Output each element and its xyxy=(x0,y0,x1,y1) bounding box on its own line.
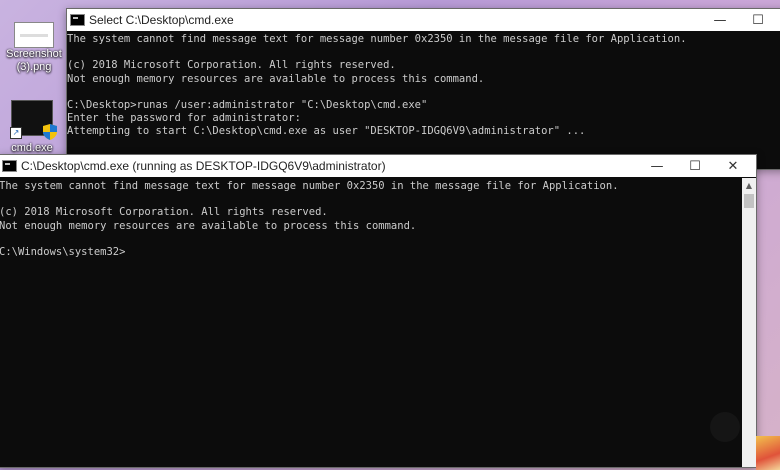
shortcut-arrow-icon: ↗ xyxy=(10,127,22,139)
desktop-icon-screenshot[interactable]: Screenshot (3).png xyxy=(2,20,66,74)
scroll-up-icon[interactable]: ▲ xyxy=(742,178,756,192)
console-line: The system cannot find message text for … xyxy=(67,33,687,45)
vertical-scrollbar[interactable]: ▲ xyxy=(742,178,756,467)
cmd-window-elevated[interactable]: C:\Desktop\cmd.exe (running as DESKTOP-I… xyxy=(0,154,757,468)
console-line: Not enough memory resources are availabl… xyxy=(67,72,485,85)
console-line: Enter the password for administrator: xyxy=(67,112,301,125)
minimize-button[interactable]: — xyxy=(701,9,739,31)
cmd-window-icon xyxy=(2,160,17,172)
minimize-button[interactable]: — xyxy=(638,155,676,177)
console-line: ​ xyxy=(0,233,742,246)
console-line: C:\Desktop>runas /user:administrator "C:… xyxy=(67,99,428,112)
desktop-icon-label: Screenshot (3).png xyxy=(6,48,62,73)
cmd-app-icon: ↗ xyxy=(10,100,57,140)
window-titlebar[interactable]: Select C:\Desktop\cmd.exe — ☐ xyxy=(67,9,780,31)
console-line: The system cannot find message text for … xyxy=(0,180,619,192)
console-line: C:\Windows\system32> xyxy=(0,246,126,259)
desktop-icon-cmd[interactable]: ↗ cmd.exe xyxy=(0,100,64,155)
window-title: Select C:\Desktop\cmd.exe xyxy=(89,13,234,27)
console-output[interactable]: The system cannot find message text for … xyxy=(67,31,780,169)
cmd-window-icon xyxy=(70,14,85,26)
console-line: (c) 2018 Microsoft Corporation. All righ… xyxy=(67,59,396,72)
console-line: ​ xyxy=(67,86,780,99)
cmd-window-background[interactable]: Select C:\Desktop\cmd.exe — ☐ The system… xyxy=(66,8,780,170)
uac-shield-icon xyxy=(43,124,57,140)
watermark-logo xyxy=(710,412,740,442)
image-file-icon xyxy=(14,22,54,48)
console-line: ​ xyxy=(0,193,742,206)
desktop-wallpaper-thumbnail xyxy=(756,436,780,470)
window-titlebar[interactable]: C:\Desktop\cmd.exe (running as DESKTOP-I… xyxy=(0,155,756,177)
maximize-button[interactable]: ☐ xyxy=(739,9,777,31)
console-output[interactable]: The system cannot find message text for … xyxy=(0,178,742,467)
scrollbar-thumb[interactable] xyxy=(744,194,754,208)
maximize-button[interactable]: ☐ xyxy=(676,155,714,177)
console-line: (c) 2018 Microsoft Corporation. All righ… xyxy=(0,206,328,219)
console-line: ​ xyxy=(67,46,780,59)
console-line: Attempting to start C:\Desktop\cmd.exe a… xyxy=(67,125,586,138)
console-line: Not enough memory resources are availabl… xyxy=(0,219,417,232)
window-title: C:\Desktop\cmd.exe (running as DESKTOP-I… xyxy=(21,159,386,173)
close-button[interactable]: ✕ xyxy=(714,155,752,177)
